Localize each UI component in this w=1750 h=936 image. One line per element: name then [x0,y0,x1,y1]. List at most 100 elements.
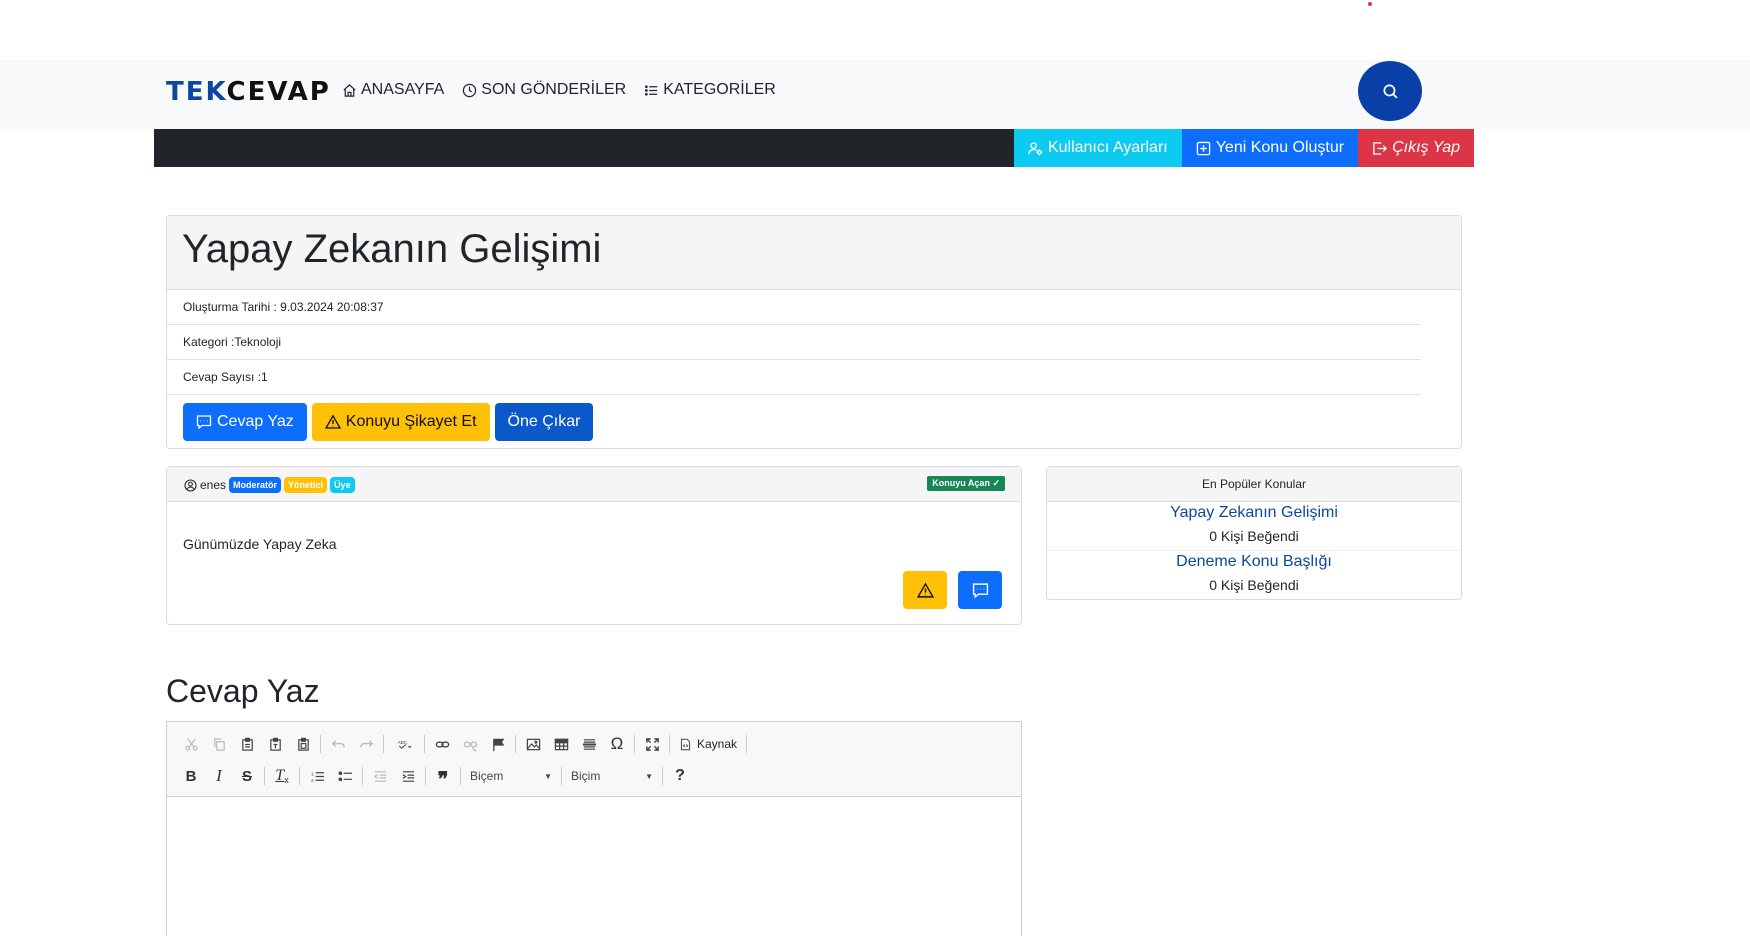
editor-content-area[interactable] [167,797,1021,936]
popular-topic-item: Deneme Konu Başlığı 0 Kişi Beğendi [1047,551,1461,600]
reply-button[interactable]: Cevap Yaz [183,403,307,441]
image-icon[interactable] [519,731,547,757]
toolbar-separator [425,767,426,785]
topic-created-date: Oluşturma Tarihi : 9.03.2024 20:08:37 [167,290,1421,325]
outdent-icon[interactable] [366,763,394,789]
badge-member: Üye [330,477,355,493]
popular-topic-link[interactable]: Deneme Konu Başlığı [1047,551,1461,571]
logout-icon [1373,141,1388,155]
format-dropdown-value: Biçim [571,769,601,783]
caret-down-icon: ▼ [645,771,653,781]
toolbar-separator [424,735,425,753]
toolbar-separator [320,735,321,753]
toolbar-separator [669,735,670,753]
bulleted-list-icon[interactable] [331,763,359,789]
rich-text-editor: ABC Ω Kaynak B I S T x 1 2 ❞ Biçem ▼ Biç… [166,721,1022,936]
nav-home-label: ANASAYFA [361,81,445,98]
svg-text:2: 2 [310,778,313,783]
navbar: TEKCEVAP ANASAYFA SON GÖNDERİLER KATEGOR… [0,60,1750,129]
brand-part-1: TEK [166,77,227,107]
logout-label: Çıkış Yap [1392,139,1460,156]
cut-icon[interactable] [177,731,205,757]
topic-actions: Cevap Yaz Konuyu Şikayet Et Öne Çıkar [167,395,1461,449]
svg-text:ABC: ABC [397,739,407,744]
link-icon[interactable] [428,731,456,757]
popular-topic-likes: 0 Kişi Beğendi [1209,528,1299,544]
paste-icon[interactable] [233,731,261,757]
report-topic-button[interactable]: Konuyu Şikayet Et [311,403,490,441]
special-char-icon[interactable]: Ω [603,731,631,757]
copy-icon[interactable] [205,731,233,757]
anchor-flag-icon[interactable] [484,731,512,757]
style-dropdown[interactable]: Biçem ▼ [464,764,558,788]
paste-word-icon[interactable] [289,731,317,757]
numbered-list-icon[interactable]: 12 [303,763,331,789]
topic-header: Yapay Zekanın Gelişimi [167,216,1461,290]
italic-icon[interactable]: I [205,763,233,789]
popular-topic-link[interactable]: Yapay Zekanın Gelişimi [1047,502,1461,522]
toolbar-separator [634,735,635,753]
remove-format-icon[interactable]: Tx [268,763,296,789]
search-icon [1382,83,1397,98]
new-topic-button[interactable]: Yeni Konu Oluştur [1181,129,1359,167]
brand-part-2: CEVAP [226,77,331,107]
chat-icon [972,582,988,598]
nav-recent[interactable]: SON GÖNDERİLER [462,81,626,99]
report-post-button[interactable] [903,571,947,609]
style-dropdown-value: Biçem [470,769,504,783]
strikethrough-icon[interactable]: S [233,763,261,789]
editor-toolbar: ABC Ω Kaynak B I S T x 1 2 ❞ Biçem ▼ Biç… [167,722,1021,797]
format-dropdown[interactable]: Biçim ▼ [565,764,659,788]
post-card: enes Moderatör Yönetici Üye Konuyu Açan … [166,466,1022,625]
topic-title: Yapay Zekanın Gelişimi [182,227,602,271]
toolbar-separator [515,735,516,753]
user-settings-button[interactable]: Kullanıcı Ayarları [1013,129,1182,167]
reply-post-button[interactable] [958,571,1002,609]
svg-text:1: 1 [310,771,313,776]
horizontal-line-icon[interactable] [575,731,603,757]
page: TEKCEVAP ANASAYFA SON GÖNDERİLER KATEGOR… [0,0,1750,936]
nav-categories-label: KATEGORİLER [663,81,776,98]
feature-topic-label: Öne Çıkar [507,413,581,430]
topic-owner-label: Konuyu Açan [932,478,990,488]
check-icon: ✓ [992,478,1000,488]
nav-recent-label: SON GÖNDERİLER [481,81,627,98]
report-topic-label: Konuyu Şikayet Et [345,413,477,430]
nav-links: ANASAYFA SON GÖNDERİLER KATEGORİLER [342,81,776,99]
post-content: Günümüzde Yapay Zeka [183,536,337,552]
blockquote-icon[interactable]: ❞ [429,763,457,790]
source-icon [680,738,691,750]
spellcheck-icon[interactable]: ABC [387,731,421,757]
reply-button-label: Cevap Yaz [217,413,294,430]
feature-topic-button[interactable]: Öne Çıkar [494,403,594,441]
search-button[interactable] [1358,61,1422,121]
post-header: enes Moderatör Yönetici Üye Konuyu Açan … [167,467,1021,502]
user-settings-label: Kullanıcı Ayarları [1047,139,1168,156]
plus-square-icon [1196,141,1210,155]
table-icon[interactable] [547,731,575,757]
nav-home[interactable]: ANASAYFA [342,81,444,99]
bold-icon[interactable]: B [177,763,205,789]
paste-text-icon[interactable] [261,731,289,757]
undo-icon[interactable] [324,731,352,757]
toolbar-separator [561,767,562,785]
indent-icon[interactable] [394,763,422,789]
indicator-dot [1368,2,1372,6]
user-bar: Kullanıcı Ayarları Yeni Konu Oluştur Çık… [154,129,1474,167]
caret-down-icon: ▼ [544,771,552,781]
maximize-icon[interactable] [638,731,666,757]
popular-topics-card: En Popüler Konular Yapay Zekanın Gelişim… [1046,466,1462,600]
topic-card: Yapay Zekanın Gelişimi Oluşturma Tarihi … [166,215,1462,449]
help-icon[interactable]: ? [666,763,694,789]
logout-button[interactable]: Çıkış Yap [1358,129,1474,167]
popular-topics-title: En Popüler Konular [1047,467,1461,502]
nav-categories[interactable]: KATEGORİLER [644,81,776,99]
source-button[interactable]: Kaynak [673,737,743,751]
toolbar-separator [264,767,265,785]
unlink-icon[interactable] [456,731,484,757]
toolbar-separator [460,767,461,785]
redo-icon[interactable] [352,731,380,757]
brand-logo[interactable]: TEKCEVAP [166,77,331,107]
post-username: enes [200,478,227,492]
popular-topic-item: Yapay Zekanın Gelişimi 0 Kişi Beğendi [1047,502,1461,551]
